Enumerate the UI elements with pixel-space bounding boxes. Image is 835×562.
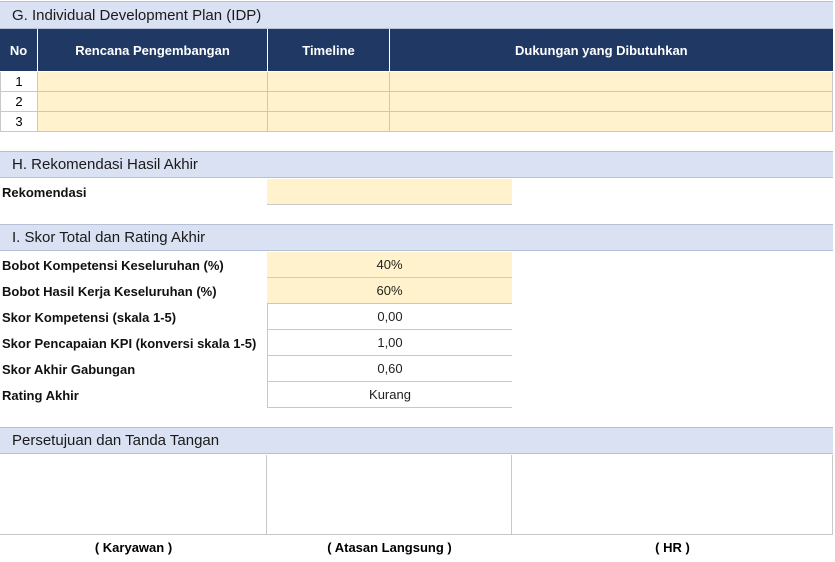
idp-header-dukungan: Dukungan yang Dibutuhkan <box>390 29 833 71</box>
rekomendasi-input[interactable] <box>267 179 512 205</box>
skor-akhir-value: 0,60 <box>267 356 512 382</box>
idp-rencana-cell[interactable] <box>38 72 268 92</box>
bobot-hasil-kerja-label: Bobot Hasil Kerja Keseluruhan (%) <box>2 283 217 299</box>
skor-kpi-label: Skor Pencapaian KPI (konversi skala 1-5) <box>2 335 257 351</box>
idp-timeline-cell[interactable] <box>268 72 390 92</box>
bobot-kompetensi-value[interactable]: 40% <box>267 252 512 278</box>
rating-akhir-label: Rating Akhir <box>2 387 79 403</box>
idp-rencana-cell[interactable] <box>38 92 268 112</box>
rating-akhir-value: Kurang <box>267 382 512 408</box>
idp-dukungan-cell[interactable] <box>390 92 833 112</box>
rekomendasi-section-title: H. Rekomendasi Hasil Akhir <box>0 151 833 178</box>
idp-dukungan-cell[interactable] <box>390 72 833 92</box>
skor-kpi-value: 1,00 <box>267 330 512 356</box>
idp-timeline-cell[interactable] <box>268 92 390 112</box>
signer-karyawan: ( Karyawan ) <box>94 539 173 555</box>
idp-section-title: G. Individual Development Plan (IDP) <box>0 1 833 29</box>
skor-akhir-label: Skor Akhir Gabungan <box>2 361 136 377</box>
idp-rencana-cell[interactable] <box>38 112 268 132</box>
persetujuan-section-title: Persetujuan dan Tanda Tangan <box>0 427 833 454</box>
idp-row-number: 3 <box>0 112 38 132</box>
skor-kompetensi-value: 0,00 <box>267 304 512 330</box>
signature-box-karyawan[interactable] <box>0 455 267 535</box>
signer-atasan: ( Atasan Langsung ) <box>327 539 452 555</box>
idp-row-number: 2 <box>0 92 38 112</box>
skor-section-title: I. Skor Total dan Rating Akhir <box>0 224 833 251</box>
idp-header-timeline: Timeline <box>268 29 389 71</box>
skor-kompetensi-label: Skor Kompetensi (skala 1-5) <box>2 309 177 325</box>
bobot-hasil-kerja-value[interactable]: 60% <box>267 278 512 304</box>
idp-row-number: 1 <box>0 72 38 92</box>
idp-timeline-cell[interactable] <box>268 112 390 132</box>
signature-box-hr[interactable] <box>512 455 833 535</box>
signature-box-atasan[interactable] <box>267 455 512 535</box>
idp-header-no: No <box>0 29 37 71</box>
bobot-kompetensi-label: Bobot Kompetensi Keseluruhan (%) <box>2 257 224 273</box>
rekomendasi-label: Rekomendasi <box>2 184 87 200</box>
signer-hr: ( HR ) <box>655 539 690 555</box>
idp-dukungan-cell[interactable] <box>390 112 833 132</box>
idp-header-rencana: Rencana Pengembangan <box>38 29 267 71</box>
